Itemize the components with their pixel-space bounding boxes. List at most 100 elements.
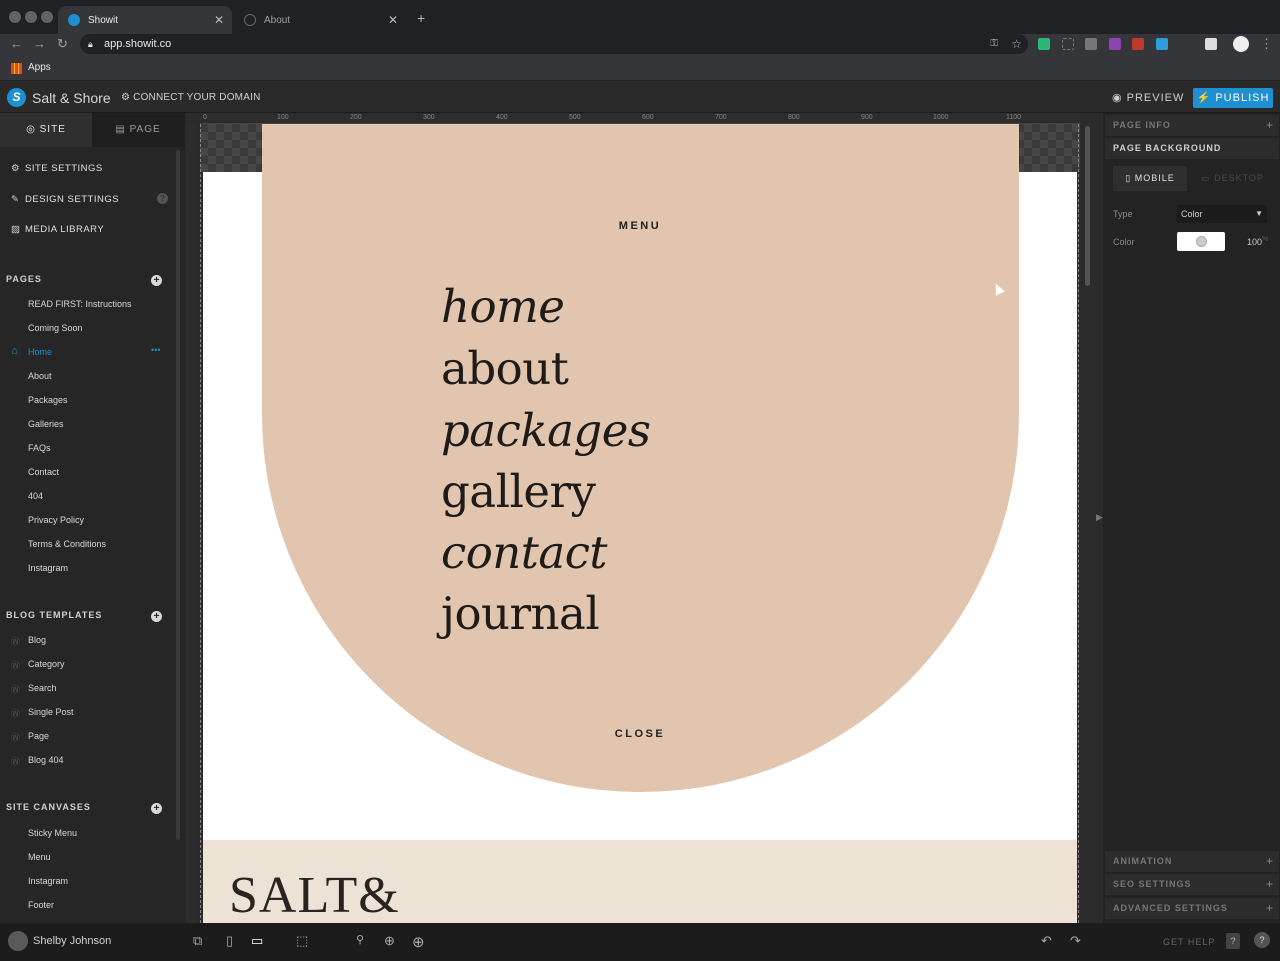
animation-section[interactable]: ANIMATION + bbox=[1105, 851, 1279, 872]
footer-wordmark[interactable]: SALT& bbox=[229, 866, 400, 925]
advanced-settings-section[interactable]: ADVANCED SETTINGS + bbox=[1105, 898, 1279, 919]
redo-icon[interactable]: ↷ bbox=[1070, 933, 1081, 949]
page-item[interactable]: 404 bbox=[28, 491, 43, 501]
profile-avatar[interactable] bbox=[1233, 36, 1249, 52]
canvas-scrollbar[interactable] bbox=[1085, 126, 1090, 286]
blog-template-item[interactable]: Single Post bbox=[28, 707, 74, 717]
forward-icon[interactable]: → bbox=[33, 36, 46, 51]
seo-settings-section[interactable]: SEO SETTINGS + bbox=[1105, 874, 1279, 895]
tab-page[interactable]: ▤ PAGE bbox=[92, 113, 184, 147]
mobile-view-icon[interactable]: ▯ bbox=[226, 933, 233, 949]
key-icon[interactable]: ⚿ bbox=[990, 34, 998, 54]
expand-icon[interactable]: + bbox=[1266, 115, 1274, 136]
page-item[interactable]: Contact bbox=[28, 467, 59, 477]
extension-icon[interactable] bbox=[1205, 38, 1217, 50]
extension-icon[interactable] bbox=[1109, 38, 1121, 50]
color-swatch[interactable] bbox=[1177, 232, 1225, 251]
showit-logo-icon[interactable]: S bbox=[7, 88, 26, 107]
canvas-item[interactable]: Footer bbox=[28, 900, 54, 910]
menu-item-gallery[interactable]: gallery bbox=[441, 465, 596, 518]
new-tab-icon[interactable]: + bbox=[417, 10, 425, 26]
chevron-down-icon: ▼ bbox=[1255, 209, 1263, 218]
extension-icon[interactable] bbox=[1156, 38, 1168, 50]
menu-item-home[interactable]: home bbox=[441, 280, 565, 333]
page-item[interactable]: Packages bbox=[28, 395, 68, 405]
avatar[interactable] bbox=[8, 931, 28, 951]
vertical-ruler bbox=[186, 124, 196, 923]
window-maximize-button[interactable] bbox=[41, 11, 53, 23]
expand-icon[interactable]: + bbox=[1266, 898, 1274, 919]
page-info-section[interactable]: PAGE INFO + bbox=[1105, 115, 1279, 136]
zoom-out-icon[interactable]: ⚲ bbox=[356, 933, 364, 946]
more-options-icon[interactable]: ••• bbox=[151, 345, 160, 355]
blog-template-item[interactable]: Blog bbox=[28, 635, 46, 645]
menu-item-packages[interactable]: packages bbox=[441, 404, 651, 457]
collapse-panel-icon[interactable]: ▶ bbox=[1096, 512, 1103, 523]
url-field[interactable]: 🔒︎ app.showit.co ⚿ ☆ bbox=[80, 34, 1028, 54]
close-tab-icon[interactable]: ✕ bbox=[388, 13, 398, 27]
apps-grid-icon[interactable] bbox=[11, 63, 22, 74]
extension-icon[interactable] bbox=[1132, 38, 1144, 50]
page-item[interactable]: About bbox=[28, 371, 52, 381]
extension-icon[interactable] bbox=[1038, 38, 1050, 50]
help-doc-icon[interactable]: ? bbox=[1226, 933, 1240, 949]
page-item[interactable]: Terms & Conditions bbox=[28, 539, 106, 549]
both-views-icon[interactable]: ⧉ bbox=[193, 933, 202, 949]
site-settings-item[interactable]: ⚙ SITE SETTINGS bbox=[11, 163, 103, 174]
page-item[interactable]: Galleries bbox=[28, 419, 64, 429]
connect-domain-button[interactable]: ⚙ CONNECT YOUR DOMAIN bbox=[121, 92, 261, 103]
canvas-item[interactable]: Menu bbox=[28, 852, 51, 862]
chat-icon[interactable]: ? bbox=[1254, 932, 1270, 948]
preview-button[interactable]: ◉ PREVIEW bbox=[1112, 91, 1184, 104]
close-label[interactable]: CLOSE bbox=[0, 728, 1280, 740]
close-tab-icon[interactable]: ✕ bbox=[214, 13, 224, 27]
menu-item-contact[interactable]: contact bbox=[441, 526, 607, 579]
tab-desktop[interactable]: ▭ DESKTOP bbox=[1190, 166, 1275, 191]
star-icon[interactable]: ☆ bbox=[1011, 34, 1022, 54]
page-item-active[interactable]: Home bbox=[28, 347, 52, 357]
expand-icon[interactable]: + bbox=[1266, 851, 1274, 872]
zoom-in-icon[interactable]: ⊕ bbox=[412, 933, 425, 951]
page-item[interactable]: Instagram bbox=[28, 563, 68, 573]
apps-bookmark[interactable]: Apps bbox=[28, 62, 51, 73]
reload-icon[interactable]: ↻ bbox=[57, 36, 68, 52]
menu-item-journal[interactable]: journal bbox=[441, 587, 600, 640]
browser-tab-about[interactable]: About ✕ bbox=[234, 6, 406, 34]
page-item[interactable]: READ FIRST: Instructions bbox=[28, 299, 132, 309]
menu-item-about[interactable]: about bbox=[441, 342, 569, 395]
publish-button[interactable]: ⚡ PUBLISH bbox=[1193, 88, 1273, 108]
blog-template-item[interactable]: Search bbox=[28, 683, 57, 693]
expand-icon[interactable]: + bbox=[1266, 874, 1274, 895]
page-background-section[interactable]: PAGE BACKGROUND bbox=[1105, 138, 1279, 159]
canvas-item[interactable]: Instagram bbox=[28, 876, 68, 886]
user-name[interactable]: Shelby Johnson bbox=[33, 935, 111, 947]
blog-template-item[interactable]: Category bbox=[28, 659, 65, 669]
add-blog-template-button[interactable]: + bbox=[151, 611, 162, 622]
canvas-item[interactable]: Sticky Menu bbox=[28, 828, 77, 838]
window-close-button[interactable] bbox=[9, 11, 21, 23]
camera-icon[interactable] bbox=[1085, 38, 1097, 50]
undo-icon[interactable]: ↶ bbox=[1041, 933, 1052, 949]
get-help-button[interactable]: GET HELP bbox=[1163, 937, 1215, 947]
tab-mobile[interactable]: ▯ MOBILE bbox=[1113, 166, 1187, 191]
site-name[interactable]: Salt & Shore bbox=[32, 90, 111, 106]
design-settings-item[interactable]: ✎ DESIGN SETTINGS bbox=[11, 194, 119, 205]
type-select[interactable]: Color ▼ bbox=[1177, 205, 1267, 223]
help-icon[interactable]: ? bbox=[157, 193, 168, 204]
desktop-view-icon[interactable]: ▭ bbox=[251, 933, 263, 949]
blog-template-item[interactable]: Blog 404 bbox=[28, 755, 64, 765]
browser-menu-icon[interactable]: ⋮ bbox=[1260, 36, 1273, 52]
back-icon[interactable]: ← bbox=[10, 36, 23, 51]
browser-tab-showit[interactable]: Showit ✕ bbox=[58, 6, 232, 34]
zoom-fit-icon[interactable]: ⊕ bbox=[384, 933, 395, 949]
add-page-button[interactable]: + bbox=[151, 275, 162, 286]
add-canvas-button[interactable]: + bbox=[151, 803, 162, 814]
page-item[interactable]: Privacy Policy bbox=[28, 515, 84, 525]
selection-icon[interactable]: ⬚ bbox=[296, 933, 308, 949]
page-item[interactable]: FAQs bbox=[28, 443, 51, 453]
gear-icon: ⚙ bbox=[121, 92, 134, 103]
window-minimize-button[interactable] bbox=[25, 11, 37, 23]
tab-site[interactable]: ◎ SITE bbox=[0, 113, 92, 147]
page-item[interactable]: Coming Soon bbox=[28, 323, 83, 333]
extension-icon[interactable] bbox=[1062, 38, 1074, 50]
